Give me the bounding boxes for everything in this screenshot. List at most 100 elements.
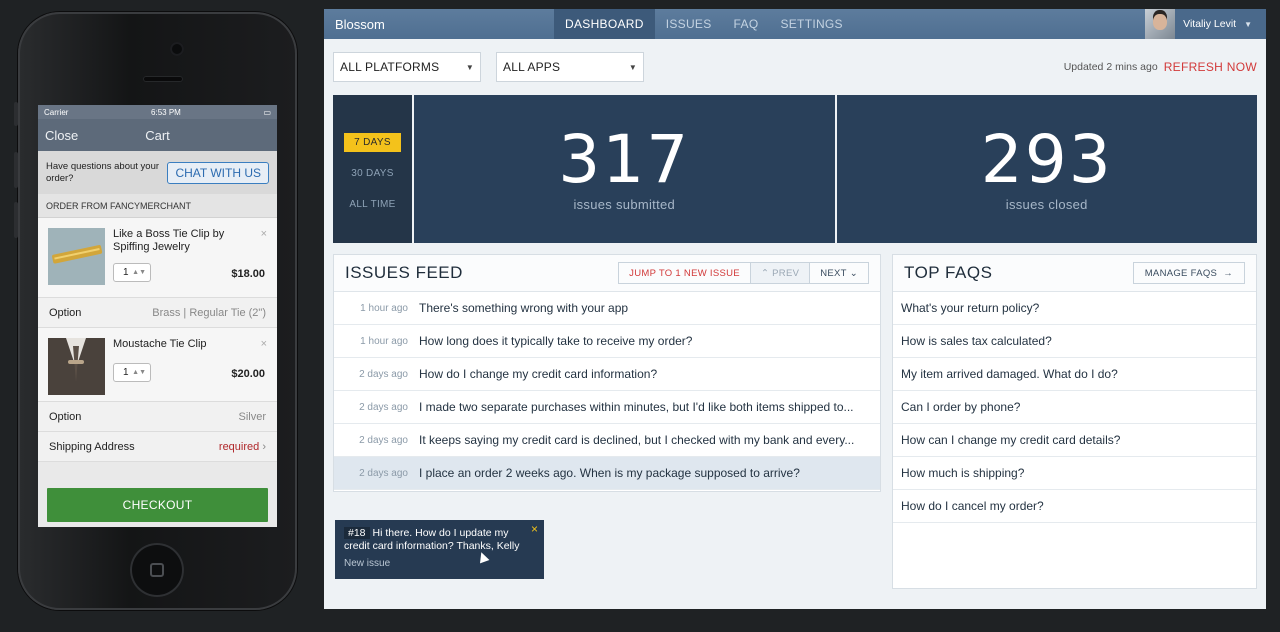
- chat-prompt: Have questions about your order? CHAT WI…: [38, 151, 277, 194]
- cart-item: Moustache Tie Clip × 1 ▲▼ $20.00: [38, 328, 277, 402]
- feed-time: 1 hour ago: [360, 302, 408, 314]
- panel-title: TOP FAQS: [904, 263, 993, 282]
- feed-time: 2 days ago: [359, 434, 408, 446]
- feed-time: 2 days ago: [359, 401, 408, 413]
- new-issue-notification[interactable]: #18 Hi there. How do I update my credit c…: [335, 520, 544, 579]
- feed-text: How do I change my credit card informati…: [419, 367, 658, 381]
- panel-title: ISSUES FEED: [345, 263, 463, 282]
- feed-row[interactable]: 2 days ago It keeps saying my credit card…: [334, 424, 880, 457]
- faq-item[interactable]: How is sales tax calculated?: [893, 325, 1256, 358]
- item-price: $20.00: [231, 368, 265, 380]
- feed-time: 1 hour ago: [360, 335, 408, 347]
- issue-number-badge: #18: [344, 527, 370, 539]
- stepper-arrows-icon: ▲▼: [132, 269, 146, 276]
- feed-row[interactable]: 1 hour ago There's something wrong with y…: [334, 292, 880, 325]
- platform-select[interactable]: ALL PLATFORMS ▼: [333, 52, 481, 82]
- tab-issues[interactable]: ISSUES: [655, 9, 723, 39]
- updated-text: Updated 2 mins ago: [1063, 61, 1158, 73]
- option-label: Option: [49, 410, 82, 423]
- home-button[interactable]: [130, 543, 184, 597]
- refresh-now-link[interactable]: REFRESH NOW: [1164, 60, 1257, 74]
- chat-question: Have questions about your order?: [46, 160, 160, 184]
- period-selector: 7 DAYS 30 DAYS ALL TIME: [333, 95, 412, 243]
- option-row[interactable]: Option Brass | Regular Tie (2"): [38, 298, 277, 328]
- chevron-down-icon: ▼: [628, 62, 637, 72]
- arrow-right-icon: →: [1223, 267, 1233, 279]
- feed-row[interactable]: 1 hour ago How long does it typically tak…: [334, 325, 880, 358]
- remove-item-icon[interactable]: ×: [261, 338, 267, 350]
- prev-button[interactable]: ⌃ PREV: [749, 263, 810, 283]
- feed-text: How long does it typically take to recei…: [419, 334, 693, 348]
- faq-item[interactable]: Can I order by phone?: [893, 391, 1256, 424]
- period-all-time[interactable]: ALL TIME: [349, 189, 395, 220]
- order-header: ORDER FROM FANCYMERCHANT: [38, 194, 277, 218]
- feed-row[interactable]: 2 days ago I place an order 2 weeks ago. …: [334, 457, 880, 490]
- quantity-stepper[interactable]: 1 ▲▼: [113, 363, 151, 382]
- issues-feed-panel: ISSUES FEED JUMP TO 1 NEW ISSUE ⌃ PREV N…: [333, 254, 881, 492]
- item-price: $18.00: [231, 268, 265, 280]
- prev-label: PREV: [772, 267, 800, 279]
- stat-issues-closed: 293 issues closed: [836, 95, 1257, 243]
- remove-item-icon[interactable]: ×: [261, 228, 267, 240]
- avatar: [1145, 9, 1176, 39]
- feed-text: There's something wrong with your app: [419, 301, 629, 315]
- phone-mockup: Carrier 6:53 PM ▭ Close Cart Have questi…: [14, 12, 297, 610]
- home-square-icon: [150, 563, 164, 577]
- option-value: Brass | Regular Tie (2"): [152, 306, 266, 319]
- stat-issues-submitted: 317 issues submitted: [414, 95, 835, 243]
- tab-faq[interactable]: FAQ: [723, 9, 770, 39]
- tie-clip-image: [48, 228, 105, 285]
- next-button[interactable]: NEXT ⌄: [809, 263, 868, 283]
- stat-value: 317: [558, 120, 691, 198]
- option-row[interactable]: Option Silver: [38, 402, 277, 432]
- tab-settings[interactable]: SETTINGS: [769, 9, 853, 39]
- manage-faqs-label: MANAGE FAQS: [1144, 267, 1218, 279]
- close-button[interactable]: Close: [45, 128, 78, 143]
- next-label: NEXT: [820, 267, 847, 279]
- chat-with-us-button[interactable]: CHAT WITH US: [167, 161, 269, 184]
- checkout-button[interactable]: CHECKOUT: [47, 488, 268, 522]
- cart-item: Like a Boss Tie Clip by Spiffing Jewelry…: [38, 218, 277, 298]
- tab-dashboard[interactable]: DASHBOARD: [554, 9, 655, 39]
- top-faqs-panel: TOP FAQS MANAGE FAQS → What's your retur…: [892, 254, 1257, 589]
- apps-select-value: ALL APPS: [503, 60, 561, 74]
- option-value: Silver: [238, 410, 266, 423]
- stats-panel: 7 DAYS 30 DAYS ALL TIME 317 issues submi…: [333, 95, 1257, 243]
- faq-item[interactable]: My item arrived damaged. What do I do?: [893, 358, 1256, 391]
- stat-label: issues closed: [1005, 196, 1088, 212]
- volume-down-button: [14, 202, 18, 238]
- faq-item[interactable]: How can I change my credit card details?: [893, 424, 1256, 457]
- faq-item[interactable]: How do I cancel my order?: [893, 490, 1256, 523]
- period-30-days[interactable]: 30 DAYS: [351, 158, 394, 189]
- shipping-address-row[interactable]: Shipping Address required ›: [38, 432, 277, 462]
- shipping-label: Shipping Address: [49, 440, 135, 453]
- stat-label: issues submitted: [573, 196, 676, 212]
- user-name: Vitaliy Levit: [1183, 18, 1237, 30]
- faq-item[interactable]: How much is shipping?: [893, 457, 1256, 490]
- user-menu[interactable]: Vitaliy Levit ▼: [1145, 9, 1266, 39]
- item-name: Moustache Tie Clip: [113, 338, 207, 350]
- feed-text: I made two separate purchases within min…: [419, 400, 854, 414]
- toast-message: Hi there. How do I update my credit card…: [344, 527, 520, 552]
- ios-status-bar: Carrier 6:53 PM ▭: [38, 105, 277, 119]
- period-7-days[interactable]: 7 DAYS: [344, 133, 401, 152]
- apps-select[interactable]: ALL APPS ▼: [496, 52, 644, 82]
- feed-text: I place an order 2 weeks ago. When is my…: [419, 466, 800, 480]
- filter-bar: ALL PLATFORMS ▼ ALL APPS ▼ Updated 2 min…: [324, 39, 1266, 95]
- close-icon[interactable]: ×: [531, 523, 538, 536]
- moustache-clip-image: [48, 338, 105, 395]
- brand-name[interactable]: Blossom: [324, 9, 554, 39]
- feed-time: 2 days ago: [359, 467, 408, 479]
- feed-row[interactable]: 2 days ago I made two separate purchases …: [334, 391, 880, 424]
- jump-to-new-issue-button[interactable]: JUMP TO 1 NEW ISSUE: [619, 263, 750, 283]
- speaker-grille: [143, 76, 183, 82]
- status-time: 6:53 PM: [151, 107, 181, 117]
- manage-faqs-button[interactable]: MANAGE FAQS →: [1132, 262, 1245, 284]
- feed-row[interactable]: 2 days ago How do I change my credit card…: [334, 358, 880, 391]
- quantity-stepper[interactable]: 1 ▲▼: [113, 263, 151, 282]
- top-nav-bar: Blossom DASHBOARD ISSUES FAQ SETTINGS Vi…: [324, 9, 1266, 39]
- mute-switch: [14, 102, 18, 126]
- battery-icon: ▭: [263, 107, 271, 117]
- option-label: Option: [49, 306, 82, 319]
- faq-item[interactable]: What's your return policy?: [893, 292, 1256, 325]
